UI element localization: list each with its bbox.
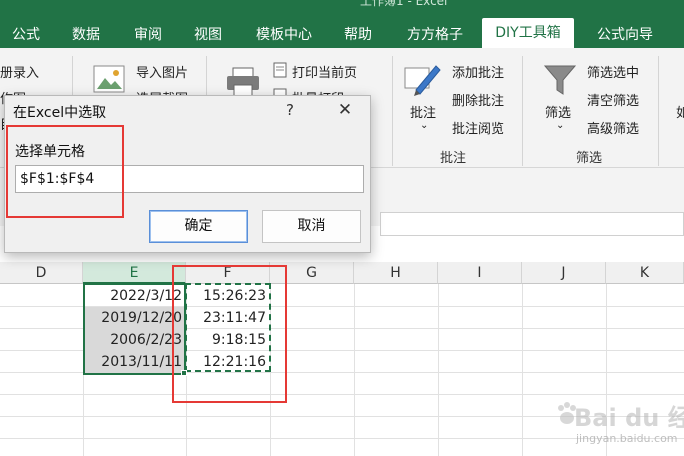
grid-line — [522, 284, 523, 456]
delete-comment-button[interactable]: 删除批注 — [452, 90, 504, 109]
column-header-i[interactable]: I — [438, 262, 522, 284]
selected-range-e — [83, 283, 186, 375]
chevron-down-icon: ⌄ — [556, 120, 565, 131]
grid-line — [0, 394, 684, 395]
printer-icon[interactable] — [225, 66, 261, 98]
comment-pencil-icon[interactable] — [402, 60, 442, 100]
column-header-e[interactable]: E — [83, 262, 186, 284]
grid-line — [438, 284, 439, 456]
cancel-button[interactable]: 取消 — [262, 210, 361, 243]
tab-fangfang[interactable]: 方方格子 — [402, 22, 468, 48]
tab-diy-toolbox[interactable]: DIY工具箱 — [482, 18, 574, 48]
image-icon — [93, 65, 125, 93]
ribbon-separator — [392, 56, 393, 166]
tab-data[interactable]: 数据 — [68, 22, 104, 48]
comment-preview-button[interactable]: 批注阅览 — [452, 118, 504, 137]
tab-template-center[interactable]: 模板中心 — [250, 22, 318, 48]
filter-group-label: 筛选 — [576, 151, 603, 166]
column-header-k[interactable]: K — [606, 262, 684, 284]
tab-review[interactable]: 审阅 — [130, 22, 166, 48]
ribbon-tab-bar: 工作簿1 - Excel 公式 数据 审阅 视图 模板中心 帮助 方方格子 DI… — [0, 0, 684, 48]
close-icon[interactable]: ✕ — [331, 98, 359, 122]
chevron-down-icon: ⌄ — [420, 120, 429, 131]
clear-filter-button[interactable]: 清空筛选 — [587, 90, 639, 109]
dialog-title: 在Excel中选取 — [13, 105, 107, 121]
ribbon-separator — [522, 56, 523, 166]
filter-selected-button[interactable]: 筛选选中 — [587, 62, 639, 81]
print-current-page-button[interactable]: 打印当前页 — [292, 62, 357, 81]
ribbon-separator — [658, 56, 659, 166]
column-header-h[interactable]: H — [354, 262, 438, 284]
annotation-box-dialog — [6, 125, 124, 218]
comment-group-label: 批注 — [440, 151, 467, 166]
tab-formula-wizard[interactable]: 公式向导 — [590, 22, 660, 48]
formula-input[interactable] — [380, 212, 684, 236]
annotation-box-column-f — [172, 265, 287, 403]
baidu-watermark: Bai du 经验 jingyan.baidu.com — [556, 398, 684, 452]
watermark-text: Bai du 经验 — [574, 404, 684, 432]
tab-formulas[interactable]: 公式 — [8, 22, 44, 48]
ribbon-left-item-1[interactable]: 册录入 — [0, 62, 39, 81]
advanced-filter-button[interactable]: 高级筛选 — [587, 118, 639, 137]
add-comment-button[interactable]: 添加批注 — [452, 62, 504, 81]
column-header-d[interactable]: D — [0, 262, 83, 284]
watermark-url: jingyan.baidu.com — [576, 432, 678, 445]
column-header-j[interactable]: J — [522, 262, 606, 284]
help-icon[interactable]: ? — [278, 98, 302, 122]
ribbon-right-item[interactable]: 如 — [676, 102, 684, 121]
print-page-icon — [273, 62, 287, 78]
tab-view[interactable]: 视图 — [190, 22, 226, 48]
tab-help[interactable]: 帮助 — [340, 22, 376, 48]
filter-funnel-icon[interactable] — [542, 62, 578, 98]
window-title: 工作簿1 - Excel — [360, 0, 448, 8]
ok-button[interactable]: 确定 — [149, 210, 248, 243]
insert-image-button[interactable]: 导入图片 — [136, 62, 188, 81]
comment-button[interactable]: 批注 — [410, 102, 436, 121]
grid-line — [354, 284, 355, 456]
filter-button[interactable]: 筛选 — [545, 102, 571, 121]
